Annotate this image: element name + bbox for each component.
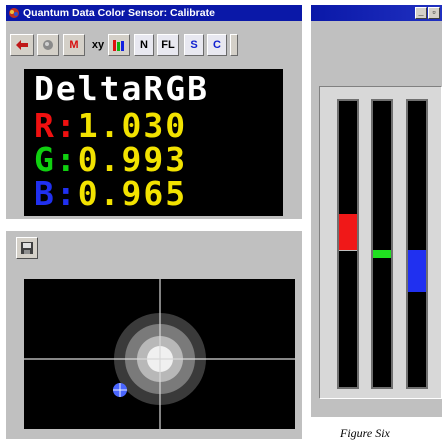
- rgb-bars-well: [319, 86, 442, 399]
- s-button[interactable]: S: [184, 34, 204, 56]
- red-bar: [337, 99, 359, 389]
- bars-titlebar[interactable]: _ ▫: [311, 5, 442, 21]
- save-button[interactable]: [16, 237, 38, 259]
- green-bar-fill: [373, 250, 391, 259]
- readout-title: DeltaRGB: [34, 69, 209, 108]
- blue-label: B:: [34, 174, 78, 213]
- target-window: [6, 231, 302, 439]
- red-readout-row: R:1.030: [34, 109, 187, 143]
- toolbar-overflow-button[interactable]: [230, 34, 238, 56]
- n-button[interactable]: N: [134, 34, 154, 56]
- delta-rgb-readout: DeltaRGB R:1.030 G:0.993 B:0.965: [24, 69, 283, 216]
- rgb-bars-button[interactable]: [108, 34, 130, 56]
- c-button[interactable]: C: [207, 34, 227, 56]
- figure-caption: Figure Six: [340, 426, 390, 440]
- blue-value: 0.965: [77, 174, 188, 213]
- toolbar: M xy N FL S C: [6, 23, 302, 65]
- blue-readout-row: B:0.965: [34, 177, 187, 211]
- window-controls: _ ▫: [414, 7, 440, 19]
- crosshair-dot-icon: [113, 383, 127, 397]
- rgb-bars-icon: [113, 40, 124, 51]
- app-logo-icon: [8, 7, 20, 21]
- record-dot-icon: [43, 40, 53, 50]
- arrow-left-icon: [16, 40, 28, 50]
- reference-line: [339, 250, 357, 251]
- color-target-scope[interactable]: [24, 279, 295, 429]
- restore-icon[interactable]: ▫: [428, 7, 440, 19]
- window-title: Quantum Data Color Sensor: Calibrate: [23, 7, 215, 19]
- blue-bar-fill: [408, 250, 426, 292]
- record-button[interactable]: [37, 34, 59, 56]
- green-bar: [371, 99, 393, 389]
- minimize-icon[interactable]: _: [415, 7, 427, 19]
- red-bar-fill: [339, 214, 357, 250]
- fl-button[interactable]: FL: [157, 34, 179, 56]
- floppy-disk-icon: [21, 242, 33, 254]
- mode-m-button[interactable]: M: [63, 34, 85, 56]
- blue-bar: [406, 99, 428, 389]
- xy-button[interactable]: xy: [88, 34, 108, 56]
- back-button[interactable]: [10, 34, 34, 56]
- sensor-window: Quantum Data Color Sensor: Calibrate M x…: [6, 5, 302, 219]
- green-readout-row: G:0.993: [34, 143, 187, 177]
- target-graphic: [24, 279, 295, 429]
- bars-window: _ ▫: [311, 5, 442, 417]
- sensor-titlebar[interactable]: Quantum Data Color Sensor: Calibrate: [6, 5, 302, 21]
